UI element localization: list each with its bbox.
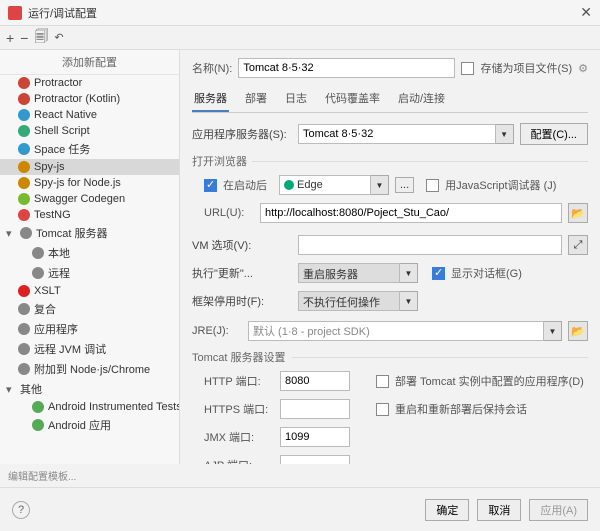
jre-combo[interactable]: ▼ xyxy=(248,321,562,341)
tab[interactable]: 启动/连接 xyxy=(396,86,447,112)
ajp-port-label: AJP 端口: xyxy=(204,457,274,464)
tree-item[interactable]: 远程 xyxy=(0,263,179,283)
tree-item[interactable]: 远程 JVM 调试 xyxy=(0,339,179,359)
tree-item[interactable]: 附加到 Node·js/Chrome xyxy=(0,359,179,379)
tree-item[interactable]: React Native xyxy=(0,107,179,123)
content-panel: 名称(N): 存储为项目文件(S) ⚙ 服务器部署日志代码覆盖率启动/连接 应用… xyxy=(180,50,600,464)
tree-item[interactable]: Protractor (Kotlin) xyxy=(0,91,179,107)
browser-combo[interactable]: Edge ▼ xyxy=(279,175,389,195)
configure-button[interactable]: 配置(C)... xyxy=(520,123,588,145)
https-port-label: HTTPS 端口: xyxy=(204,401,274,417)
tree-item[interactable]: Shell Script xyxy=(0,123,179,139)
tree-item[interactable]: Android Instrumented Tests xyxy=(0,399,179,415)
ellipsis-button[interactable]: ... xyxy=(395,177,414,193)
sidebar-header: 添加新配置 xyxy=(0,50,179,75)
vm-options-label: VM 选项(V): xyxy=(192,237,292,253)
ok-button[interactable]: 确定 xyxy=(425,499,469,521)
name-input[interactable] xyxy=(238,58,455,78)
tree-item[interactable]: Spy-js for Node.js xyxy=(0,175,179,191)
remove-icon[interactable]: − xyxy=(20,30,28,46)
chevron-down-icon[interactable]: ▼ xyxy=(400,291,418,311)
tomcat-settings-group: Tomcat 服务器设置 xyxy=(192,349,588,365)
url-input[interactable] xyxy=(260,203,562,223)
edit-templates-link[interactable]: 编辑配置模板... xyxy=(0,464,600,487)
browse-icon[interactable]: 📂 xyxy=(568,321,588,341)
name-label: 名称(N): xyxy=(192,60,232,76)
tree-item[interactable]: Swagger Codegen xyxy=(0,191,179,207)
tree-item[interactable]: ▾其他 xyxy=(0,379,179,399)
after-launch-checkbox[interactable] xyxy=(204,179,217,192)
on-frame-label: 框架停用时(F): xyxy=(192,293,292,309)
http-port-input[interactable] xyxy=(280,371,350,391)
vm-options-input[interactable] xyxy=(298,235,562,255)
deploy-apps-checkbox[interactable] xyxy=(376,375,389,388)
app-server-label: 应用程序服务器(S): xyxy=(192,126,292,142)
browse-icon[interactable]: 📂 xyxy=(568,203,588,223)
show-dialog-label: 显示对话框(G) xyxy=(451,265,522,281)
titlebar: 运行/调试配置 ✕ xyxy=(0,0,600,26)
tree-item[interactable]: Spy-js xyxy=(0,159,179,175)
tabs: 服务器部署日志代码覆盖率启动/连接 xyxy=(192,86,588,113)
apply-button[interactable]: 应用(A) xyxy=(529,499,588,521)
app-server-combo[interactable]: ▼ xyxy=(298,124,514,144)
footer: ? 确定 取消 应用(A) xyxy=(0,487,600,531)
ajp-port-input[interactable] xyxy=(280,455,350,464)
tree-item[interactable]: ▾Tomcat 服务器 xyxy=(0,223,179,243)
gear-icon[interactable]: ⚙ xyxy=(578,62,588,75)
tree-item[interactable]: 本地 xyxy=(0,243,179,263)
open-browser-group: 打开浏览器 xyxy=(192,153,588,169)
jre-label: JRE(J): xyxy=(192,325,242,337)
copy-icon[interactable]: 🗐 xyxy=(34,26,48,50)
https-port-input[interactable] xyxy=(280,399,350,419)
chevron-down-icon[interactable]: ▼ xyxy=(496,124,514,144)
close-icon[interactable]: ✕ xyxy=(580,4,592,21)
preserve-checkbox[interactable] xyxy=(376,403,389,416)
edge-icon xyxy=(284,180,294,190)
tree-item[interactable]: 应用程序 xyxy=(0,319,179,339)
deploy-apps-label: 部署 Tomcat 实例中配置的应用程序(D) xyxy=(395,373,584,389)
store-as-file-checkbox[interactable] xyxy=(461,62,474,75)
http-port-label: HTTP 端口: xyxy=(204,373,274,389)
add-icon[interactable]: + xyxy=(6,30,14,46)
on-update-label: 执行"更新"... xyxy=(192,265,292,281)
tab[interactable]: 服务器 xyxy=(192,86,229,112)
expand-icon[interactable]: ⤢ xyxy=(568,235,588,255)
help-icon[interactable]: ? xyxy=(12,501,30,519)
chevron-down-icon[interactable]: ▼ xyxy=(400,263,418,283)
toolbar: + − 🗐 ↶ xyxy=(0,26,600,50)
url-label: URL(U): xyxy=(204,207,254,219)
jmx-port-input[interactable] xyxy=(280,427,350,447)
jmx-port-label: JMX 端口: xyxy=(204,429,274,445)
chevron-down-icon[interactable]: ▼ xyxy=(371,175,389,195)
with-js-checkbox[interactable] xyxy=(426,179,439,192)
preserve-label: 重启和重新部署后保持会话 xyxy=(395,401,527,417)
on-update-combo[interactable]: 重启服务器 ▼ xyxy=(298,263,418,283)
chevron-down-icon[interactable]: ▼ xyxy=(544,321,562,341)
tree-item[interactable]: Protractor xyxy=(0,75,179,91)
cancel-button[interactable]: 取消 xyxy=(477,499,521,521)
window-title: 运行/调试配置 xyxy=(28,5,97,21)
tab[interactable]: 部署 xyxy=(243,86,269,112)
tree-item[interactable]: 复合 xyxy=(0,299,179,319)
tree-item[interactable]: TestNG xyxy=(0,207,179,223)
tree-item[interactable]: XSLT xyxy=(0,283,179,299)
show-dialog-checkbox[interactable] xyxy=(432,267,445,280)
sidebar: 添加新配置 ProtractorProtractor (Kotlin)React… xyxy=(0,50,180,464)
after-launch-label: 在启动后 xyxy=(223,177,267,193)
back-icon[interactable]: ↶ xyxy=(54,31,63,44)
with-js-label: 用JavaScript调试器 (J) xyxy=(445,177,556,193)
store-as-file-label: 存储为项目文件(S) xyxy=(480,60,572,76)
tree-item[interactable]: Space 任务 xyxy=(0,139,179,159)
tab[interactable]: 日志 xyxy=(283,86,309,112)
on-frame-combo[interactable]: 不执行任何操作 ▼ xyxy=(298,291,418,311)
tree-item[interactable]: Android 应用 xyxy=(0,415,179,435)
tab[interactable]: 代码覆盖率 xyxy=(323,86,382,112)
app-icon xyxy=(8,6,22,20)
